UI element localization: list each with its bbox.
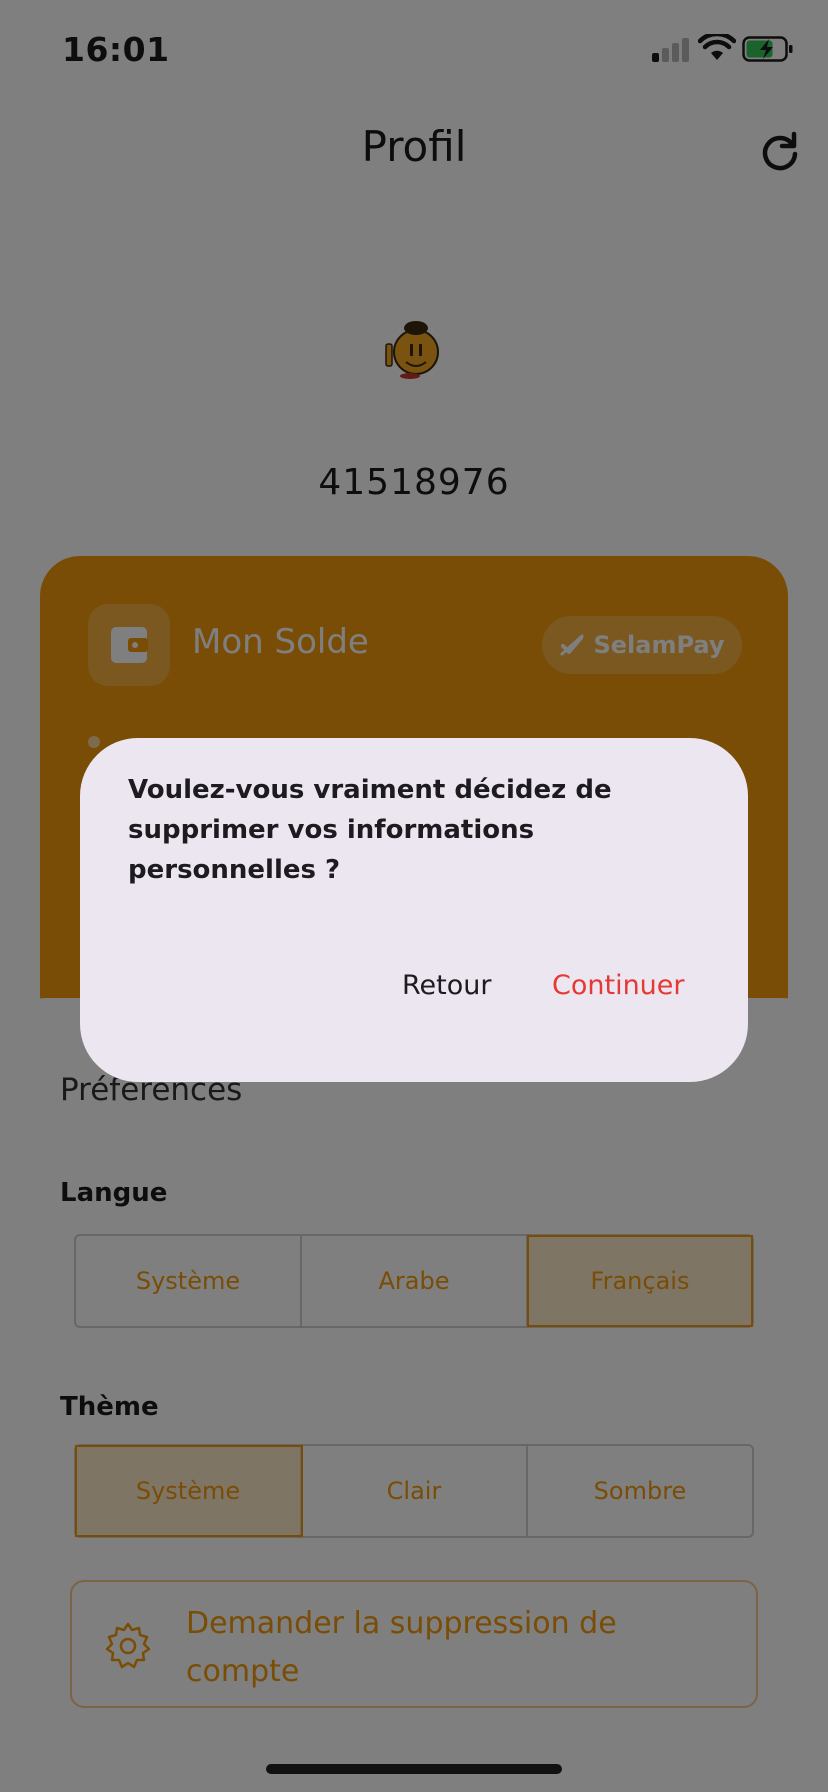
continue-button[interactable]: Continuer <box>552 970 685 1001</box>
dialog-message: Voulez-vous vraiment décidez de supprime… <box>128 775 612 885</box>
confirm-dialog: Voulez-vous vraiment décidez de supprime… <box>80 738 748 1082</box>
back-button[interactable]: Retour <box>402 970 491 1001</box>
home-indicator[interactable] <box>266 1764 562 1774</box>
